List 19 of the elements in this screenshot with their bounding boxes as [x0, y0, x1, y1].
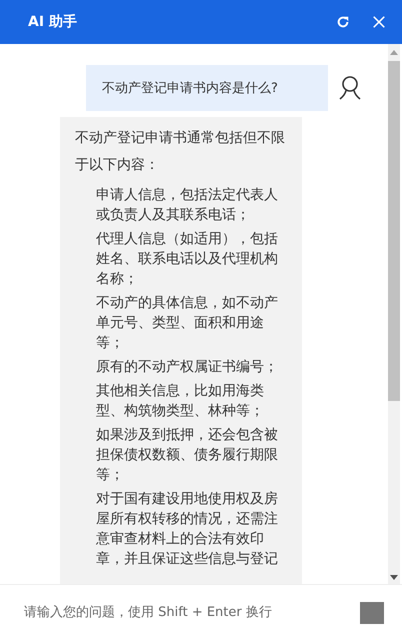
answer-item: 申请人信息，包括法定代表人或负责人及其联系电话； [96, 186, 279, 225]
answer-item: 其他相关信息，比如用海类型、构筑物类型、林种等； [96, 382, 265, 421]
answer-item: 如果涉及到抵押，还会包含被担保债权数额、债务履行期限等； [96, 426, 279, 485]
refresh-icon[interactable] [336, 15, 350, 29]
scroll-up-icon[interactable] [390, 50, 398, 55]
scroll-thumb[interactable] [388, 61, 400, 401]
scrollbar[interactable] [388, 44, 400, 584]
question-input[interactable]: 请输入您的问题，使用 Shift + Enter 换行 [22, 604, 350, 621]
answer-item: 不动产的具体信息，如不动产单元号、类型、面积和用途等； [96, 294, 279, 353]
answer-item: 代理人信息（如适用），包括姓名、联系电话以及代理机构名称； [96, 230, 279, 289]
user-message: 不动产登记申请书内容是什么? [86, 65, 328, 111]
close-icon[interactable] [372, 15, 386, 29]
scroll-down-icon[interactable] [390, 575, 398, 580]
answer-item: 原有的不动产权属证书编号； [96, 358, 279, 377]
answer-item: 对于国有建设用地使用权及房屋所有权转移的情况，还需注意审查材料上的合法有效印章，并且保证这些信息与登记 [96, 490, 279, 569]
window-title: AI 助手 [28, 13, 77, 31]
send-button[interactable] [360, 602, 384, 624]
answer-intro: 不动产登记申请书通常包括但不限于以下内容： [75, 129, 286, 175]
user-icon [338, 75, 362, 101]
